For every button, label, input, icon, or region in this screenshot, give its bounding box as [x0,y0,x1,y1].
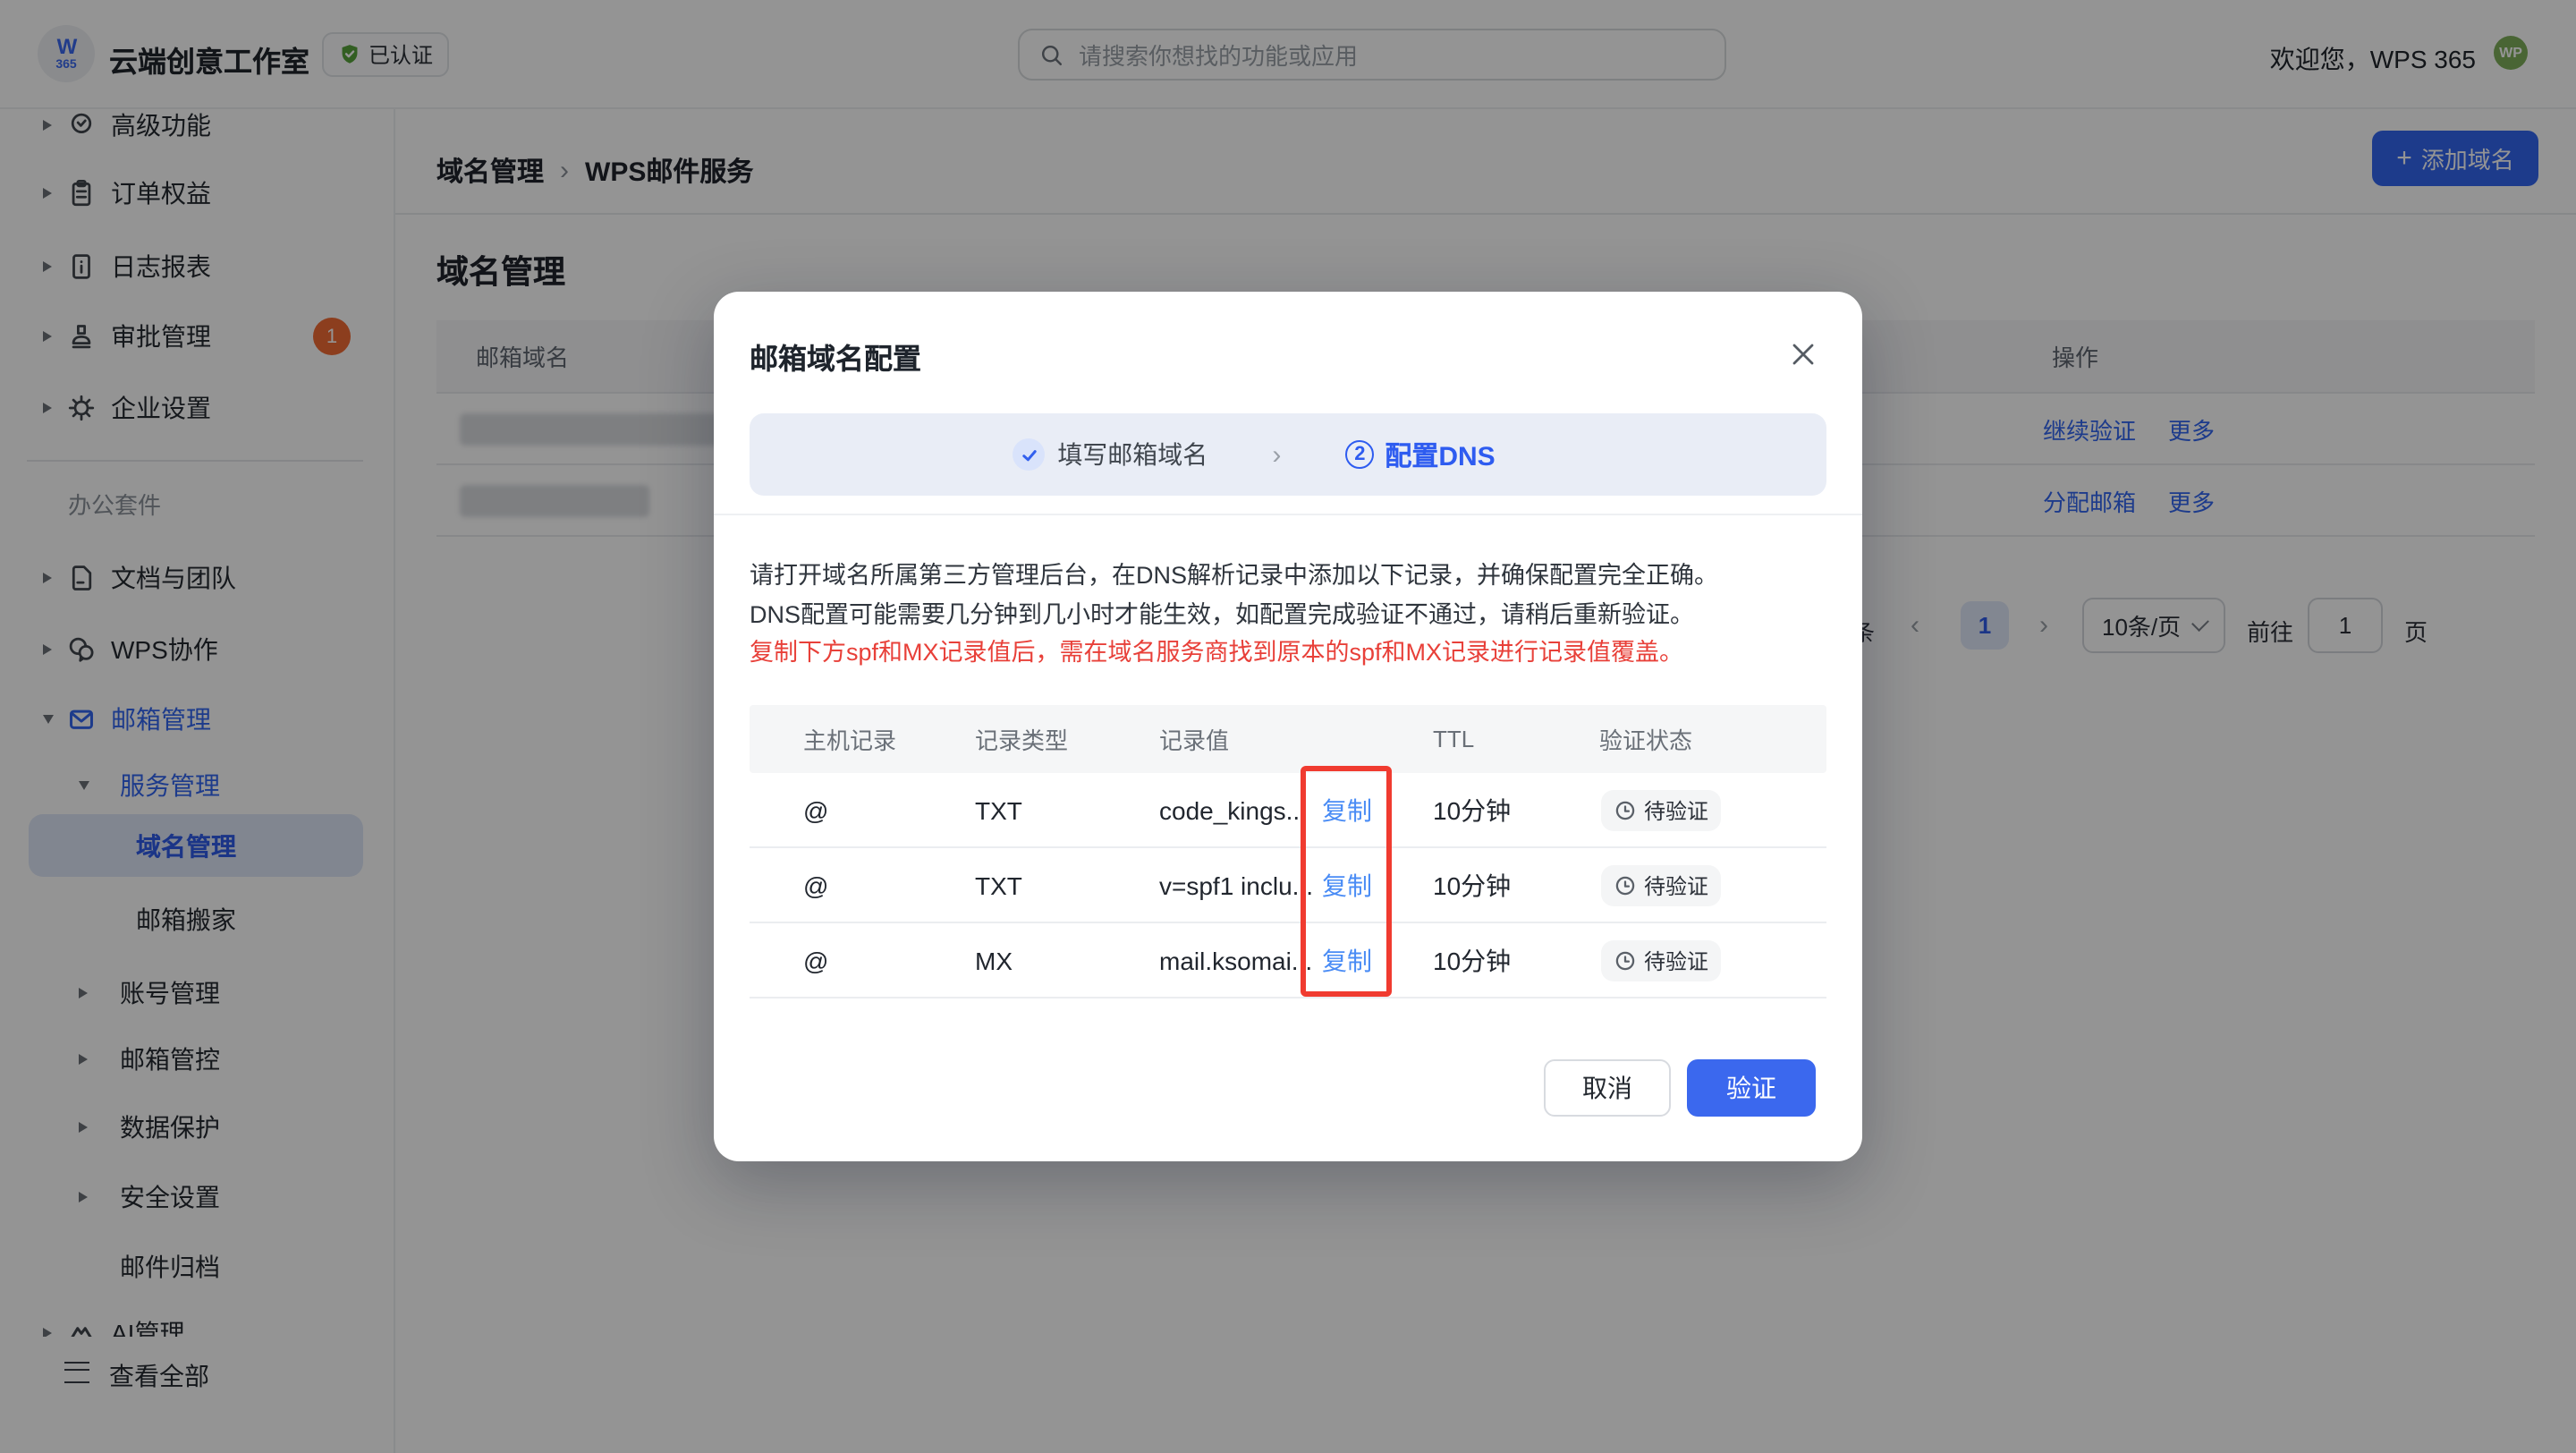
status-badge-pending: 待验证 [1601,789,1722,830]
record-type: TXT [975,871,1022,899]
dns-record-row: @ TXT code_kings... 复制 10分钟 待验证 [750,773,1826,848]
record-value: code_kings... [1159,795,1307,824]
dns-records-table: 主机记录 记录类型 记录值 TTL 验证状态 @ TXT code_kings.… [750,705,1826,998]
instruction-line2: DNS配置可能需要几分钟到几小时才能生效，如配置完成验证不通过，请稍后重新验证。 [750,600,1695,627]
instruction-line1: 请打开域名所属第三方管理后台，在DNS解析记录中添加以下记录，并确保配置完全正确… [750,562,1719,589]
status-badge-pending: 待验证 [1601,939,1722,981]
record-value: v=spf1 inclu... [1159,871,1313,899]
copy-link[interactable]: 复制 [1322,942,1372,978]
step-separator-icon: › [1272,439,1282,470]
host-record: @ [803,946,829,974]
dns-record-row: @ MX mail.ksomai... 复制 10分钟 待验证 [750,923,1826,998]
close-icon[interactable] [1791,338,1823,370]
stepper-divider [714,514,1862,515]
header-ttl: TTL [1433,726,1475,752]
step1-label: 填写邮箱域名 [1057,440,1208,469]
verify-button[interactable]: 验证 [1687,1059,1816,1117]
ttl-value: 10分钟 [1433,946,1512,974]
record-value: mail.ksomai... [1159,946,1313,974]
dns-table-header: 主机记录 记录类型 记录值 TTL 验证状态 [750,705,1826,773]
header-host: 主机记录 [803,727,897,754]
ttl-value: 10分钟 [1433,795,1512,824]
record-type: TXT [975,795,1022,824]
host-record: @ [803,795,829,824]
step2-number-icon: 2 [1345,440,1375,469]
dns-instructions: 请打开域名所属第三方管理后台，在DNS解析记录中添加以下记录，并确保配置完全正确… [750,557,1718,672]
copy-link[interactable]: 复制 [1322,792,1372,828]
step1-check-icon [1013,438,1046,471]
header-status: 验证状态 [1599,727,1693,754]
ttl-value: 10分钟 [1433,871,1512,899]
host-record: @ [803,871,829,899]
wizard-stepper: 填写邮箱域名 › 2 配置DNS [750,413,1826,496]
record-type: MX [975,946,1013,974]
clock-icon [1615,800,1635,820]
cancel-button[interactable]: 取消 [1544,1059,1671,1117]
dns-record-row: @ TXT v=spf1 inclu... 复制 10分钟 待验证 [750,848,1826,923]
header-type: 记录类型 [975,727,1069,754]
instruction-warning-red: 复制下方spf和MX记录值后，需在域名服务商找到原本的spf和MX记录进行记录值… [750,639,1684,666]
email-domain-config-dialog: 邮箱域名配置 填写邮箱域名 › 2 配置DNS 请打开域名所属第三方管理后台，在… [714,292,1862,1161]
status-badge-pending: 待验证 [1601,864,1722,905]
clock-icon [1615,875,1635,895]
step2-label: 配置DNS [1385,441,1496,472]
wps365-admin-console: W 365 云端创意工作室 已认证 请搜索你想找的功能或应用 欢迎您，WPS 3… [0,0,2576,1453]
header-value: 记录值 [1159,727,1230,754]
clock-icon [1615,950,1635,970]
copy-link[interactable]: 复制 [1322,867,1372,903]
dialog-title: 邮箱域名配置 [750,345,922,376]
